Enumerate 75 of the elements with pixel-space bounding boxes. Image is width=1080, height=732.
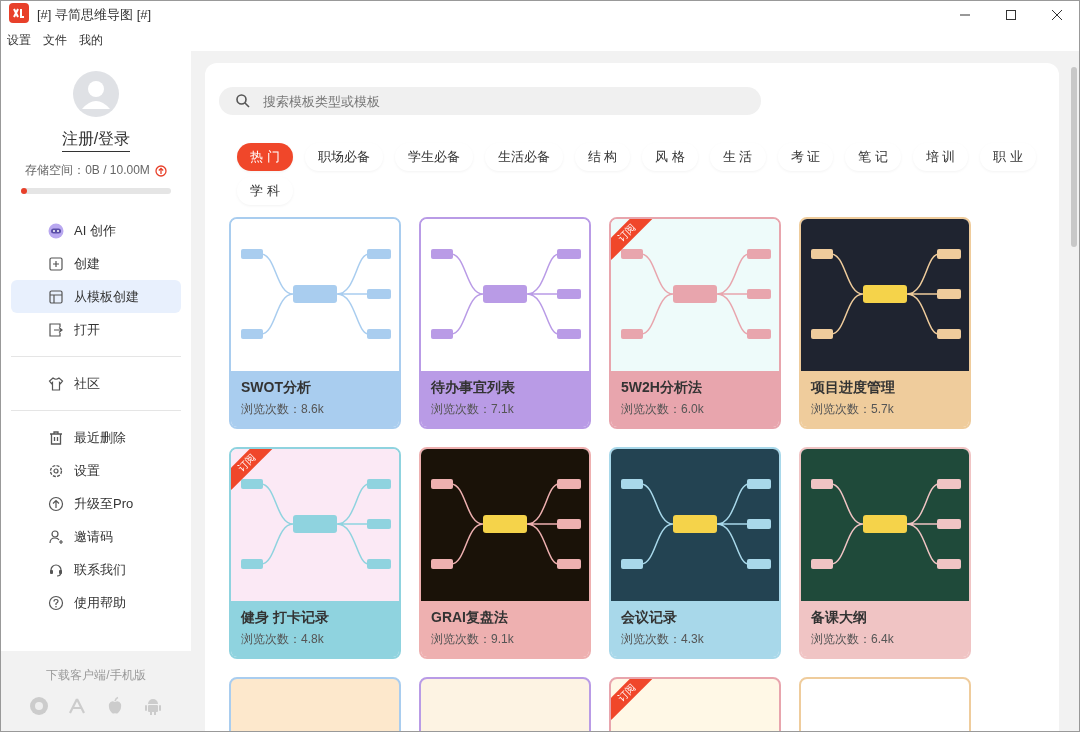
template-title: 会议记录 [621, 609, 678, 627]
robot-icon [48, 222, 64, 239]
menu-item[interactable]: 设置 [7, 31, 31, 49]
view-count: 浏览次数：5.7k [811, 401, 895, 418]
category-tab[interactable]: 风 格 [642, 143, 698, 171]
template-title: GRAI复盘法 [431, 609, 509, 627]
nav-item[interactable]: AI 创作 [11, 214, 181, 247]
view-count: 浏览次数：6.0k [621, 401, 705, 418]
view-count: 浏览次数：4.3k [621, 631, 705, 648]
subscribe-ribbon: 订阅 [611, 679, 654, 720]
category-tab[interactable]: 职 业 [980, 143, 1036, 171]
template-title: 项目进度管理 [811, 379, 896, 397]
plus-square-icon [48, 255, 64, 272]
view-count: 浏览次数：6.4k [811, 631, 895, 648]
template-card[interactable]: GRAI复盘法 浏览次数：9.1k [419, 447, 591, 659]
category-tab[interactable]: 学生必备 [394, 143, 473, 171]
view-count: 浏览次数：4.8k [241, 631, 325, 648]
layout-icon [48, 288, 64, 305]
template-title: SWOT分析 [241, 379, 312, 397]
nav-item[interactable]: 升级至Pro [11, 487, 181, 520]
template-title: 备课大纲 [811, 609, 868, 627]
nav-item[interactable]: 社区 [11, 367, 181, 400]
menu-item[interactable]: 我的 [79, 31, 103, 49]
nav-item[interactable]: 使用帮助 [11, 586, 181, 619]
maximize-icon[interactable] [1005, 9, 1017, 21]
category-tab[interactable]: 考 证 [777, 143, 834, 171]
view-count: 浏览次数：9.1k [431, 631, 515, 648]
upgrade-icon[interactable] [154, 164, 167, 177]
nav-item[interactable]: 最近删除 [11, 421, 181, 454]
help-icon [48, 594, 64, 611]
template-title: 5W2H分析法 [621, 379, 703, 397]
download-text: 下载客户端/手机版 [46, 666, 146, 684]
login-link[interactable]: 注册/登录 [61, 129, 131, 152]
search-input[interactable]: 搜索模板类型或模板 [261, 92, 745, 110]
template-card[interactable]: 项目进度管理 浏览次数：5.7k [799, 217, 971, 429]
template-card[interactable]: 会议记录 浏览次数：4.3k [609, 447, 781, 659]
nav-item[interactable]: 创建 [11, 247, 181, 280]
template-title: 待办事宜列表 [431, 379, 516, 397]
avatar-icon[interactable] [73, 71, 119, 117]
close-icon[interactable] [1051, 9, 1063, 21]
add-user-icon [48, 528, 64, 545]
nav-item[interactable]: 打开 [11, 313, 181, 346]
browser-icon[interactable] [29, 695, 49, 716]
settings-icon [48, 462, 64, 479]
nav-item[interactable]: 邀请码 [11, 520, 181, 553]
template-card[interactable]: 备课大纲 浏览次数：6.4k [799, 447, 971, 659]
category-tab[interactable]: 生活必备 [484, 143, 563, 171]
headset-icon [48, 561, 64, 578]
open-file-icon [48, 321, 64, 338]
menu-item[interactable]: 文件 [43, 31, 67, 49]
nav-item[interactable]: 设置 [11, 454, 181, 487]
search-icon [235, 93, 251, 109]
category-tab[interactable]: 职场必备 [304, 143, 383, 171]
template-card[interactable]: SWOT分析 浏览次数：8.6k [229, 217, 401, 429]
nav-item[interactable]: 从模板创建 [11, 280, 181, 313]
category-tab[interactable]: 热 门 [237, 143, 293, 171]
template-card[interactable]: 订阅 5W2H分析法 浏览次数：6.0k [609, 217, 781, 429]
template-card[interactable]: 订阅 健身 打卡记录 浏览次数：4.8k [229, 447, 401, 659]
template-card[interactable]: 待办事宜列表 浏览次数：7.1k [419, 217, 591, 429]
category-tab[interactable]: 结 构 [574, 143, 631, 171]
category-tab[interactable]: 生 活 [709, 143, 766, 171]
storage-text: 存储空间：0B / 10.00M [25, 162, 150, 179]
shirt-icon [48, 375, 64, 392]
category-tab[interactable]: 笔 记 [845, 143, 901, 171]
upload-circle-icon [48, 495, 64, 512]
template-card[interactable]: 订阅 [609, 677, 781, 731]
view-count: 浏览次数：7.1k [431, 401, 515, 418]
template-title: 健身 打卡记录 [241, 609, 330, 627]
category-tab[interactable]: 培 训 [912, 143, 969, 171]
trash-icon [48, 429, 64, 446]
category-tab[interactable]: 学 科 [237, 177, 293, 205]
view-count: 浏览次数：8.6k [241, 401, 325, 418]
search-field[interactable]: 搜索模板类型或模板 [219, 87, 761, 115]
nav-item[interactable]: 联系我们 [11, 553, 181, 586]
window-title: [#] 寻简思维导图 [#] [37, 6, 152, 24]
